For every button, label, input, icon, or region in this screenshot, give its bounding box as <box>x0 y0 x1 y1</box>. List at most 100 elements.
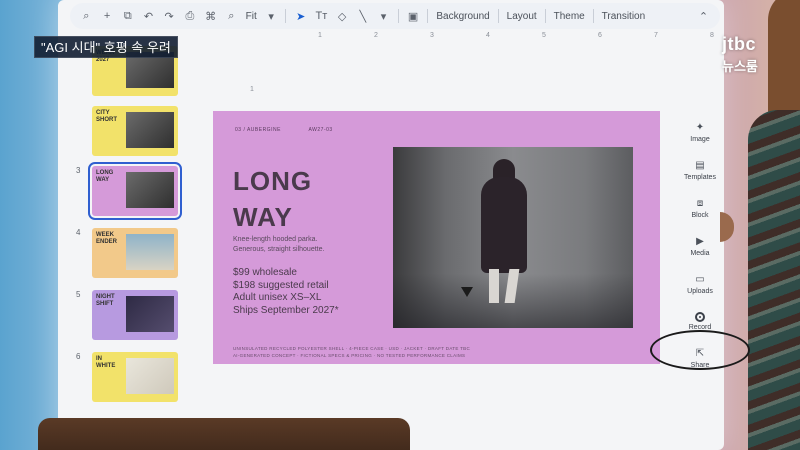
filmstrip-item-selected[interactable]: 3 LONG WAY <box>72 162 192 224</box>
slide-meta: 03 / AUBERGINE AW27-03 <box>235 127 359 133</box>
comment-icon[interactable]: ▣ <box>407 9 420 23</box>
search-icon[interactable]: ⌕ <box>80 9 93 23</box>
templates-icon: ▤ <box>695 160 705 171</box>
horizontal-ruler: 1 2 3 4 5 6 7 8 <box>264 30 724 42</box>
ruler-mark: 1 <box>250 86 254 93</box>
zoom-dropdown-icon[interactable]: ▾ <box>265 9 278 23</box>
media-icon: ▶ <box>696 236 704 247</box>
thumb-photo <box>126 296 174 332</box>
ruler-mark: 3 <box>430 32 434 39</box>
slide-title-line: LONG <box>233 166 313 196</box>
filmstrip-item[interactable]: 6 IN WHITE <box>72 352 192 410</box>
thumb-photo <box>126 358 174 394</box>
transition-button[interactable]: Transition <box>602 11 646 22</box>
toolbar-divider <box>592 9 594 23</box>
filmstrip-item[interactable]: 4 WEEK ENDER <box>72 228 192 286</box>
slide-pricing[interactable]: $99 wholesale $198 suggested retail Adul… <box>233 267 393 317</box>
block-icon: ⧈ <box>696 198 704 209</box>
folder-icon: ▭ <box>695 274 705 285</box>
rail-item-templates[interactable]: ▤ Templates <box>678 160 722 181</box>
layout-button[interactable]: Layout <box>507 11 537 22</box>
rail-label: Block <box>691 212 709 219</box>
thumb-title: WEEK ENDER <box>96 232 118 245</box>
model-figure <box>481 177 527 273</box>
rail-label: Templates <box>684 174 716 181</box>
zoom-icon[interactable]: ⌕ <box>225 9 238 23</box>
add-icon[interactable]: + <box>101 9 114 23</box>
model-figure <box>489 269 499 303</box>
line-dropdown-icon[interactable]: ▾ <box>377 9 390 23</box>
retail-price: $198 suggested retail <box>233 279 329 291</box>
bracelet-shape <box>650 330 750 370</box>
slide-thumbnail[interactable]: NIGHT SHIFT <box>92 290 178 340</box>
slide-description[interactable]: Knee-length hooded parka. Generous, stra… <box>233 235 383 255</box>
print-icon[interactable]: ⎙ <box>184 9 197 23</box>
ruler-mark: 4 <box>486 32 490 39</box>
thumb-photo <box>126 172 174 208</box>
news-headline-banner: "AGI 시대" 호평 속 우려 <box>34 36 178 58</box>
ruler-mark: 6 <box>598 32 602 39</box>
presenter-torso <box>748 110 800 450</box>
model-figure <box>504 269 520 303</box>
ship-date: Ships September 2027* <box>233 304 339 316</box>
slide-thumbnail[interactable]: WEEK ENDER <box>92 228 178 278</box>
slide-canvas[interactable]: 03 / AUBERGINE AW27-03 LONG WAY Knee-len… <box>213 111 660 364</box>
size-range: Adult unisex XS–XL <box>233 292 322 303</box>
toolbar-divider <box>397 9 399 23</box>
theme-button[interactable]: Theme <box>554 11 585 22</box>
slide-number: 5 <box>76 290 81 299</box>
toolbar-divider <box>427 9 429 23</box>
slide-title[interactable]: LONG WAY <box>233 163 312 235</box>
rail-item-image[interactable]: ✦ Image <box>678 122 722 143</box>
toolbar-divider <box>285 9 287 23</box>
presenter-figure <box>720 0 800 450</box>
footnote-line: AI-GENERATED CONCEPT · FICTIONAL SPECS &… <box>233 353 466 358</box>
presentation-editor-screen: ⌕ + ⧉ ↶ ↷ ⎙ ⌘ ⌕ Fit ▾ ➤ Tт ◇ ╲ ▾ ▣ Backg… <box>58 0 724 450</box>
slide-thumbnail[interactable]: IN WHITE <box>92 352 178 402</box>
line-icon[interactable]: ╲ <box>356 9 369 23</box>
slide-title-line: WAY <box>233 202 293 232</box>
paint-format-icon[interactable]: ⌘ <box>204 9 217 23</box>
foreground-chair <box>38 418 410 450</box>
record-icon <box>695 312 705 322</box>
filmstrip-item[interactable]: 5 NIGHT SHIFT <box>72 290 192 348</box>
toolbar-divider <box>544 9 546 23</box>
background-button[interactable]: Background <box>436 11 489 22</box>
desc-line: Knee-length hooded parka. <box>233 236 318 243</box>
shape-icon[interactable]: ◇ <box>336 9 349 23</box>
slide-filmstrip: WEAR 2027 CITY SHORT 3 LONG WAY 4 WEEK E… <box>72 46 192 406</box>
slide-thumbnail[interactable]: CITY SHORT <box>92 106 178 156</box>
ruler-mark: 7 <box>654 32 658 39</box>
thumb-photo <box>126 234 174 270</box>
collapse-toolbar-icon[interactable]: ⌃ <box>697 9 710 23</box>
select-cursor-icon[interactable]: ➤ <box>294 9 307 23</box>
footnote-line: UNINSULATED RECYCLED POLYESTER SHELL · 4… <box>233 346 471 351</box>
filmstrip-item[interactable]: CITY SHORT <box>72 106 192 164</box>
rail-item-media[interactable]: ▶ Media <box>678 236 722 257</box>
slide-footnote[interactable]: UNINSULATED RECYCLED POLYESTER SHELL · 4… <box>233 345 503 359</box>
wholesale-price: $99 wholesale <box>233 267 297 278</box>
ruler-mark: 2 <box>374 32 378 39</box>
toolbar-divider <box>497 9 499 23</box>
thumb-title: CITY SHORT <box>96 110 117 123</box>
ruler-mark: 1 <box>318 32 322 39</box>
rail-label: Media <box>690 250 710 257</box>
slide-thumbnail[interactable]: LONG WAY <box>88 162 182 220</box>
rail-label: Uploads <box>687 288 713 295</box>
zoom-select[interactable]: Fit <box>246 11 257 22</box>
pointer-cursor-icon <box>461 287 473 297</box>
slide-number: 6 <box>76 352 81 361</box>
redo-icon[interactable]: ↷ <box>163 9 176 23</box>
desc-line: Generous, straight silhouette. <box>233 246 325 253</box>
rail-item-uploads[interactable]: ▭ Uploads <box>678 274 722 295</box>
text-box-icon[interactable]: Tт <box>315 9 328 23</box>
undo-icon[interactable]: ↶ <box>142 9 155 23</box>
thumb-title: IN WHITE <box>96 356 116 369</box>
rail-item-record[interactable]: Record <box>678 312 722 331</box>
rail-label: Image <box>690 136 710 143</box>
slide-product-photo[interactable] <box>393 147 633 328</box>
ruler-mark: 8 <box>710 32 714 39</box>
rail-item-block[interactable]: ⧈ Block <box>678 198 722 219</box>
thumb-title: LONG WAY <box>96 170 114 183</box>
new-slide-icon[interactable]: ⧉ <box>121 9 134 23</box>
